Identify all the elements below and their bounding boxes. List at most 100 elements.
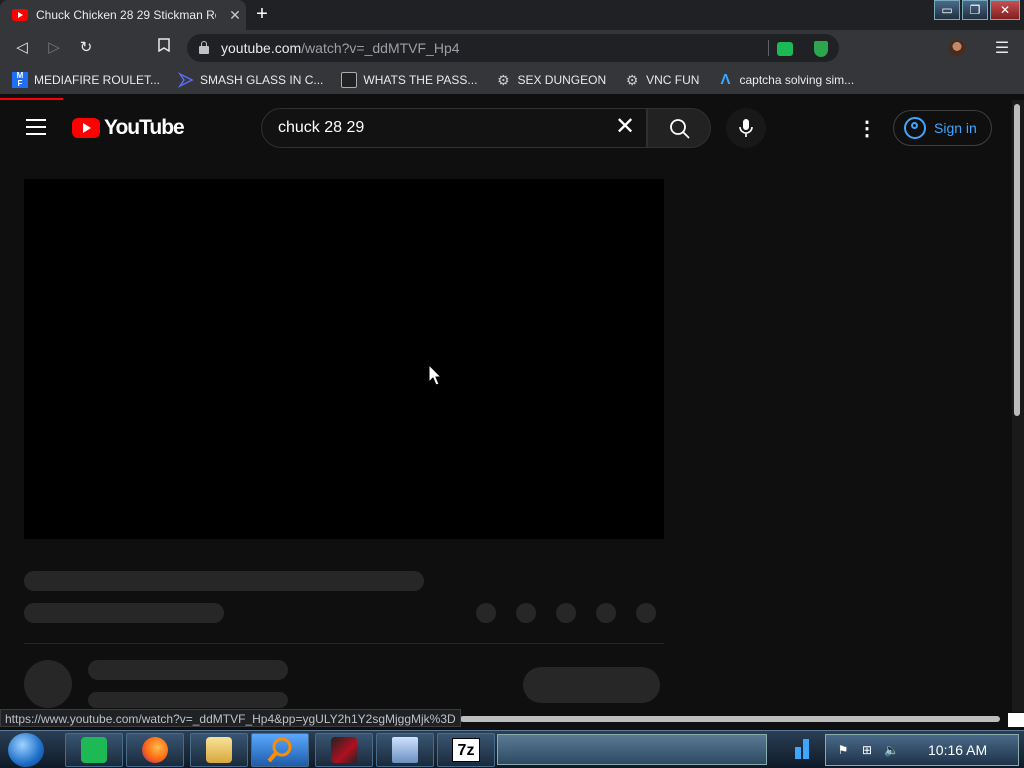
7zip-icon: 7z (452, 738, 480, 762)
flag-icon[interactable]: ⚑ (836, 743, 850, 757)
mouse-cursor-icon (428, 364, 442, 386)
gear-icon: ⚙ (625, 72, 639, 88)
arrow-icon (177, 72, 194, 88)
youtube-favicon-icon (12, 9, 28, 21)
browser-tab-strip: Chuck Chicken 28 29 Stickman Rope ✕ + ▭ … (0, 0, 1024, 30)
maximize-button[interactable]: ❐ (962, 0, 988, 20)
youtube-logo-text: YouTube (104, 116, 185, 139)
url-path: /watch?v=_ddMTVF_Hp4 (301, 40, 460, 56)
bookmark-item-sex-dungeon[interactable]: ⚙ SEX DUNGEON (495, 72, 606, 88)
bookmark-label: SEX DUNGEON (517, 73, 607, 87)
status-bar-url: https://www.youtube.com/watch?v=_ddMTVF_… (0, 709, 461, 727)
network-icon[interactable]: ⊞ (860, 743, 874, 757)
square-icon (341, 72, 358, 88)
taskbar-empty-area (497, 734, 767, 765)
bookmark-item-whats-the-pass[interactable]: WHATS THE PASS... (341, 72, 477, 88)
start-button[interactable] (8, 733, 44, 767)
video-player[interactable] (24, 179, 664, 539)
new-tab-button[interactable]: + (251, 4, 273, 26)
browser-tab-active[interactable]: Chuck Chicken 28 29 Stickman Rope ✕ (0, 0, 246, 30)
forward-button[interactable]: ▷ (44, 38, 64, 58)
tab-close-button[interactable]: ✕ (228, 7, 242, 24)
search-icon (670, 119, 690, 139)
channel-meta-skeleton (88, 692, 288, 708)
lambda-icon: Λ (720, 71, 731, 88)
bookmarks-bar: MF MEDIAFIRE ROULET... SMASH GLASS IN C.… (0, 66, 1024, 94)
firefox-icon (142, 737, 168, 763)
bookmark-icon[interactable] (154, 38, 174, 58)
title-skeleton (24, 571, 424, 591)
taskbar-app-search[interactable] (251, 733, 309, 767)
spotify-extension-icon[interactable] (777, 42, 793, 56)
bookmark-item-mediafire[interactable]: MF MEDIAFIRE ROULET... (12, 72, 160, 88)
hamburger-menu-icon[interactable] (26, 119, 46, 135)
bookmark-label: MEDIAFIRE ROULET... (34, 73, 161, 87)
more-options-icon[interactable]: ⋮ (857, 116, 877, 140)
volume-icon[interactable]: 🔈 (884, 743, 899, 757)
sign-in-label: Sign in (934, 120, 977, 136)
taskbar-app-7zip[interactable]: 7z (437, 733, 495, 767)
bookmark-item-vnc-fun[interactable]: ⚙ VNC FUN (624, 72, 700, 88)
divider (24, 643, 664, 644)
minimize-button[interactable]: ▭ (934, 0, 960, 20)
window-controls: ▭ ❐ ✕ (934, 0, 1020, 20)
search-query: chuck 28 29 (278, 119, 365, 136)
folder-icon (206, 737, 232, 763)
sign-in-button[interactable]: Sign in (893, 110, 992, 146)
taskbar-app-firefox[interactable] (126, 733, 184, 767)
action-skeleton (556, 603, 576, 623)
taskbar: 7z ⚑ ⊞ 🔈 10:16 AM (0, 730, 1024, 768)
taskbar-app-game[interactable] (315, 733, 373, 767)
spotify-icon (81, 737, 107, 763)
search-button[interactable] (647, 108, 711, 148)
vertical-scrollbar-thumb[interactable] (1014, 104, 1020, 416)
channel-name-skeleton (88, 660, 288, 680)
microphone-icon (739, 119, 753, 137)
bookmark-label: captcha solving sim... (739, 73, 855, 87)
clear-search-button[interactable]: ✕ (612, 115, 638, 141)
bookmark-label: WHATS THE PASS... (363, 73, 478, 87)
search-input[interactable]: chuck 28 29 ✕ (261, 108, 647, 148)
magnifier-icon (267, 737, 292, 763)
gear-icon: ⚙ (497, 72, 510, 88)
channel-avatar-skeleton (24, 660, 72, 708)
subtitle-skeleton (24, 603, 224, 623)
subscribe-skeleton (523, 667, 660, 703)
reload-button[interactable]: ↻ (76, 38, 96, 58)
system-tray: ⚑ ⊞ 🔈 10:16 AM (825, 734, 1019, 766)
bookmark-item-smash-glass[interactable]: SMASH GLASS IN C... (177, 72, 324, 88)
shield-extension-icon[interactable] (814, 41, 828, 57)
horizontal-scrollbar[interactable] (460, 716, 1000, 722)
action-skeleton (476, 603, 496, 623)
taskbar-app-remote-desktop[interactable] (376, 733, 434, 767)
bookmark-item-captcha[interactable]: Λ captcha solving sim... (717, 72, 854, 88)
mediafire-icon: MF (12, 72, 28, 88)
url-host: youtube.com (221, 40, 302, 56)
browser-toolbar: ◁ ▷ ↻ youtube.com/watch?v=_ddMTVF_Hp4 (0, 30, 1024, 66)
back-button[interactable]: ◁ (12, 38, 32, 58)
voice-search-button[interactable] (726, 108, 766, 148)
lock-icon (199, 41, 209, 54)
close-window-button[interactable]: ✕ (990, 0, 1020, 20)
action-skeleton (516, 603, 536, 623)
youtube-logo[interactable]: YouTube (72, 116, 185, 140)
bookmark-label: SMASH GLASS IN C... (200, 73, 324, 87)
scroll-corner (1008, 713, 1024, 727)
youtube-header: YouTube chuck 28 29 ✕ ⋮ Sign in (0, 100, 1012, 154)
taskbar-app-spotify[interactable] (65, 733, 123, 767)
computer-icon (392, 737, 418, 763)
taskbar-app-file-explorer[interactable] (190, 733, 248, 767)
browser-menu-button[interactable]: ☰ (993, 38, 1011, 58)
address-bar[interactable]: youtube.com/watch?v=_ddMTVF_Hp4 (187, 34, 839, 62)
clock[interactable]: 10:16 AM (928, 742, 987, 758)
account-icon (904, 117, 926, 139)
game-icon (331, 737, 357, 763)
tab-title: Chuck Chicken 28 29 Stickman Rope (36, 8, 216, 22)
profile-avatar[interactable] (949, 40, 965, 56)
action-skeleton (636, 603, 656, 623)
youtube-play-icon (72, 118, 100, 138)
action-skeleton (596, 603, 616, 623)
show-desktop-icon[interactable] (795, 739, 813, 759)
bookmark-label: VNC FUN (646, 73, 700, 87)
omnibox-divider (768, 40, 769, 56)
